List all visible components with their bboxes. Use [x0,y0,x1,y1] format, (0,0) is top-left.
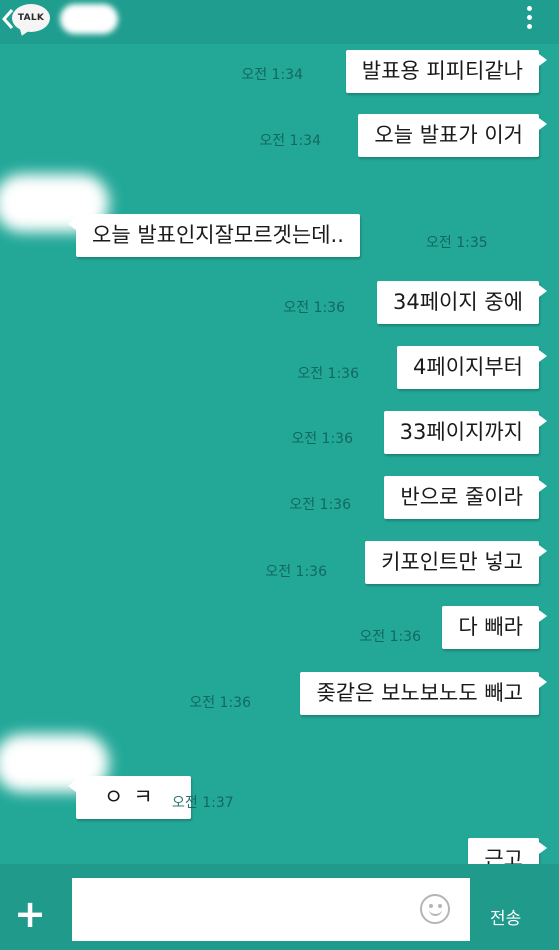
message-time: 오전 1:36 [297,366,359,382]
message-bubble-outgoing[interactable]: 키포인트만 넣고 [365,541,547,584]
message-time: 오전 1:37 [172,795,234,811]
message-bubble-outgoing[interactable]: 오늘 발표가 이거 [358,114,547,157]
message-time: 오전 1:36 [291,431,353,447]
message-bubble-outgoing[interactable]: 4페이지부터 [397,346,547,389]
more-vertical-icon[interactable] [527,6,533,34]
plus-icon[interactable]: + [10,894,50,934]
message-time: 오전 1:36 [289,497,351,513]
message-time: 오전 1:34 [259,133,321,149]
chat-header: TALK [0,0,559,44]
kakaotalk-logo: TALK [12,4,50,32]
message-bubble-outgoing[interactable]: 다 빼라 [442,606,547,649]
message-bubble-outgoing[interactable]: 33페이지까지 [383,411,548,454]
message-time: 오전 1:34 [241,67,303,83]
message-composer: + 전송 [0,864,559,950]
smiley-icon[interactable] [420,894,450,924]
message-bubble-outgoing[interactable]: 좆같은 보노보노도 빼고 [300,672,547,715]
message-time: 오전 1:36 [283,300,345,316]
message-bubble-incoming[interactable]: 오늘 발표인지잘모르겟는데.. [68,214,360,257]
chat-title-redacted [60,4,118,34]
message-time: 오전 1:35 [426,235,488,251]
message-bubble-outgoing[interactable]: 34페이지 중에 [377,281,547,324]
message-bubble-outgoing[interactable]: 반으로 줄이라 [384,476,547,519]
message-time: 오전 1:36 [359,629,421,645]
message-input[interactable] [72,878,470,941]
message-time: 오전 1:36 [189,695,251,711]
message-bubble-outgoing[interactable]: 발표용 피피티같나 [345,50,548,93]
send-button[interactable]: 전송 [490,904,521,929]
message-time: 오전 1:36 [265,564,327,580]
